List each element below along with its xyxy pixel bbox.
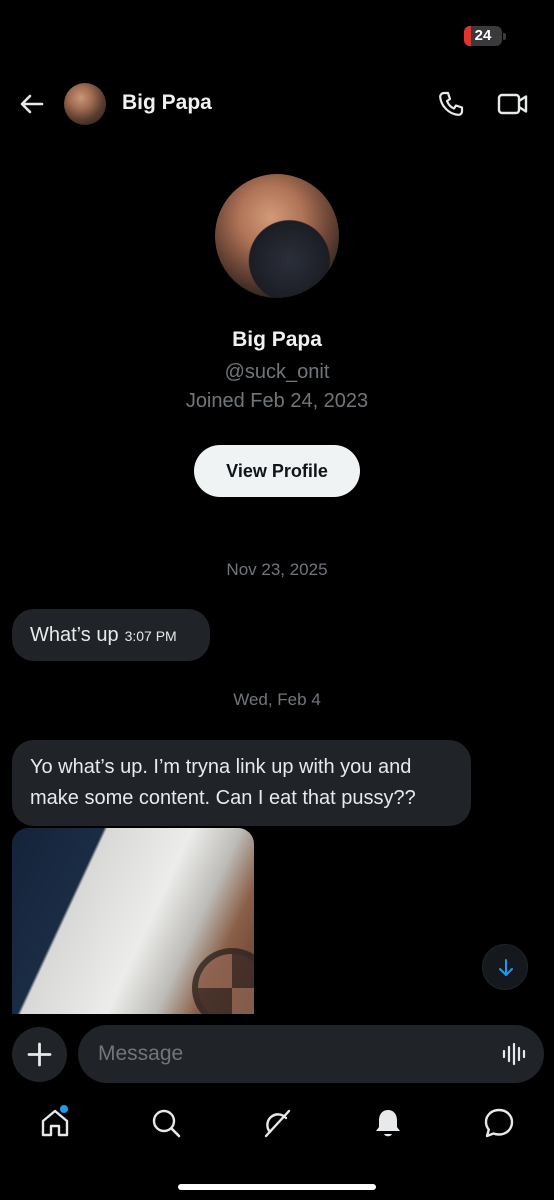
dm-conversation-screen: 24 Big Papa Big Papa @suck_onit Joined F… [0, 0, 554, 1200]
profile-handle: @suck_onit [224, 361, 330, 383]
status-bar: 24 [0, 0, 554, 70]
message-composer [78, 1025, 544, 1083]
video-camera-icon[interactable] [497, 90, 529, 118]
image-detail [192, 948, 254, 1014]
plus-icon[interactable] [12, 1027, 67, 1082]
search-icon[interactable] [149, 1106, 183, 1140]
battery-fill [464, 26, 471, 46]
message-text: What’s up [30, 624, 119, 646]
voice-wave-icon[interactable] [502, 1042, 528, 1066]
battery-indicator: 24 [464, 26, 502, 46]
battery-level: 24 [474, 27, 492, 44]
profile-avatar[interactable] [215, 174, 339, 298]
contact-name[interactable]: Big Papa [122, 91, 212, 115]
date-separator: Wed, Feb 4 [233, 690, 321, 709]
date-separator: Nov 23, 2025 [226, 560, 328, 579]
battery-tip [503, 33, 506, 40]
bottom-navigation [0, 1100, 554, 1152]
profile-name: Big Papa [232, 328, 322, 351]
arrow-down-icon [499, 959, 513, 976]
message-input[interactable] [98, 1025, 478, 1083]
grok-icon[interactable] [260, 1106, 294, 1140]
avatar[interactable] [64, 83, 106, 125]
message-time: 3:07 PM [124, 628, 177, 644]
scroll-to-bottom-button[interactable] [482, 944, 528, 990]
phone-icon[interactable] [437, 90, 465, 118]
arrow-left-icon[interactable] [18, 90, 46, 118]
messages-icon[interactable] [482, 1106, 516, 1140]
message-image-attachment[interactable] [12, 828, 254, 1014]
message-bubble[interactable]: Yo what’s up. I’m tryna link up with you… [12, 740, 471, 826]
profile-joined-date: Joined Feb 24, 2023 [185, 390, 369, 412]
view-profile-button[interactable]: View Profile [194, 445, 360, 497]
conversation-header: Big Papa [0, 78, 554, 130]
notifications-bell-icon[interactable] [371, 1106, 405, 1140]
notification-dot [60, 1105, 68, 1113]
message-text: Yo what’s up. I’m tryna link up with you… [30, 756, 416, 809]
message-bubble[interactable]: What’s up 3:07 PM [12, 609, 210, 661]
home-indicator[interactable] [178, 1184, 376, 1190]
